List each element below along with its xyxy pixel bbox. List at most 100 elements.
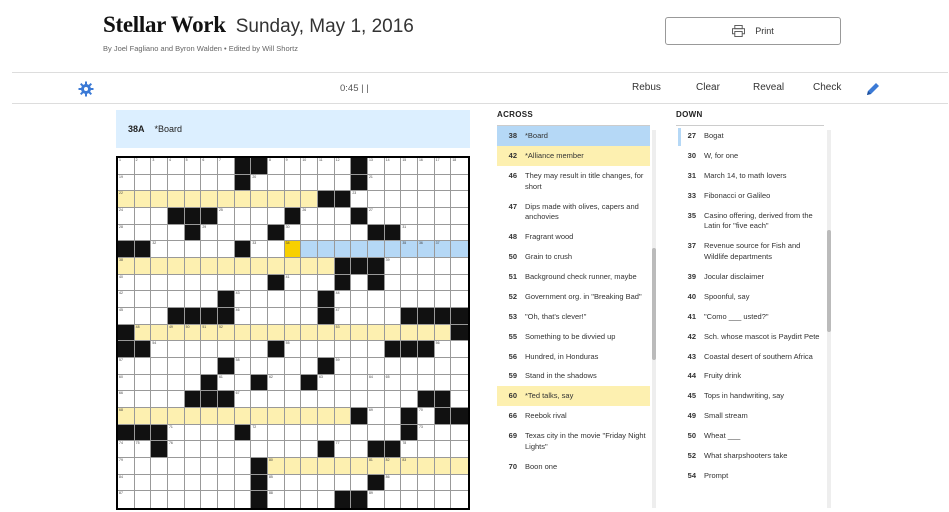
grid-cell[interactable]	[184, 241, 202, 258]
grid-cell[interactable]	[301, 424, 318, 442]
grid-cell[interactable]	[351, 324, 368, 342]
grid-cell[interactable]: 9	[284, 158, 302, 175]
grid-cell[interactable]: 35	[401, 241, 418, 258]
grid-cell[interactable]	[334, 207, 352, 225]
grid-cell[interactable]	[185, 491, 202, 508]
grid-cell[interactable]	[351, 441, 368, 458]
grid-cell[interactable]	[284, 424, 302, 442]
grid-cell[interactable]	[301, 407, 318, 425]
grid-cell[interactable]	[134, 191, 152, 208]
grid-cell[interactable]: 59	[334, 357, 352, 375]
grid-cell[interactable]	[201, 341, 218, 358]
grid-cell[interactable]	[451, 475, 468, 492]
grid-cell[interactable]	[267, 441, 285, 458]
grid-cell[interactable]: 39	[384, 257, 402, 275]
grid-cell[interactable]	[351, 474, 368, 492]
grid-cell[interactable]: 25	[217, 207, 235, 225]
grid-cell[interactable]	[167, 407, 185, 425]
grid-cell[interactable]	[417, 224, 435, 242]
across-clue-item[interactable]: 46 They may result in title changes, for …	[497, 166, 650, 197]
grid-cell[interactable]: 69	[367, 407, 385, 425]
grid-cell[interactable]: 29	[201, 224, 218, 242]
grid-cell[interactable]	[334, 391, 352, 408]
grid-cell[interactable]	[434, 457, 452, 475]
grid-cell[interactable]	[167, 341, 185, 358]
grid-cell[interactable]	[251, 324, 268, 342]
grid-cell[interactable]: 18	[451, 158, 468, 175]
clear-button[interactable]: Clear	[696, 82, 720, 93]
grid-cell[interactable]	[134, 407, 152, 425]
pencil-icon[interactable]	[865, 81, 881, 97]
grid-cell[interactable]: 7	[217, 158, 235, 175]
grid-cell[interactable]: 54	[151, 341, 168, 358]
grid-cell[interactable]	[417, 207, 435, 225]
grid-cell[interactable]: 76	[167, 441, 185, 458]
grid-cell[interactable]	[167, 357, 185, 375]
grid-cell[interactable]	[434, 257, 452, 275]
grid-cell[interactable]	[217, 407, 235, 425]
grid-cell[interactable]	[451, 457, 468, 475]
grid-cell[interactable]	[167, 474, 185, 492]
grid-cell[interactable]	[401, 491, 418, 508]
check-button[interactable]: Check	[813, 82, 841, 93]
grid-cell[interactable]	[451, 341, 468, 358]
grid-cell[interactable]	[384, 324, 402, 342]
across-clue-item[interactable]: 42 *Alliance member	[497, 145, 650, 166]
grid-cell[interactable]	[451, 208, 468, 225]
grid-cell[interactable]: 6	[201, 158, 218, 175]
grid-cell[interactable]: 56	[434, 341, 452, 358]
grid-cell[interactable]	[201, 457, 218, 475]
grid-cell[interactable]: 77	[334, 441, 352, 458]
grid-cell[interactable]: 84	[118, 474, 135, 492]
grid-cell[interactable]	[434, 274, 452, 292]
grid-cell[interactable]	[451, 175, 468, 192]
grid-cell[interactable]: 47	[334, 307, 352, 325]
grid-cell[interactable]	[401, 207, 418, 225]
across-clue-item[interactable]: 50 Grain to crush	[497, 247, 650, 267]
grid-cell[interactable]	[401, 291, 418, 308]
grid-cell[interactable]	[384, 291, 402, 308]
grid-cell[interactable]	[201, 241, 218, 258]
grid-cell[interactable]	[417, 174, 435, 192]
grid-cell[interactable]	[201, 474, 218, 492]
grid-cell[interactable]	[201, 424, 218, 442]
grid-cell[interactable]	[367, 357, 385, 375]
down-clue-item[interactable]: 27 Bogat	[676, 126, 824, 146]
grid-cell[interactable]: 63	[317, 374, 335, 392]
grid-cell[interactable]: 3	[151, 158, 168, 175]
grid-cell[interactable]: 81	[367, 457, 385, 475]
grid-cell[interactable]	[184, 174, 202, 192]
grid-cell[interactable]	[351, 457, 368, 475]
grid-cell[interactable]	[267, 391, 285, 408]
grid-cell[interactable]	[167, 291, 185, 308]
grid-cell[interactable]: 79	[118, 457, 135, 475]
grid-cell[interactable]: 61	[217, 374, 235, 392]
across-clue-item[interactable]: 52 Government org. in "Breaking Bad"	[497, 287, 650, 307]
grid-cell[interactable]	[184, 257, 202, 275]
across-scrollbar[interactable]	[652, 130, 656, 508]
grid-cell[interactable]	[384, 391, 402, 408]
grid-cell[interactable]	[301, 441, 318, 458]
down-clue-item[interactable]: 50 Wheat ___	[676, 426, 824, 446]
grid-cell[interactable]	[334, 424, 352, 442]
grid-cell[interactable]	[184, 191, 202, 208]
grid-cell[interactable]	[301, 457, 318, 475]
grid-cell[interactable]	[267, 174, 285, 192]
grid-cell[interactable]	[401, 174, 418, 192]
grid-cell[interactable]	[451, 441, 468, 458]
grid-cell[interactable]	[151, 174, 168, 192]
grid-cell[interactable]	[284, 174, 302, 192]
grid-cell[interactable]	[367, 307, 385, 325]
down-clue-item[interactable]: 30 W, for one	[676, 146, 824, 166]
grid-cell[interactable]	[184, 341, 202, 358]
grid-cell[interactable]	[384, 174, 402, 192]
grid-cell[interactable]	[234, 274, 252, 292]
down-clue-item[interactable]: 44 Fruity drink	[676, 366, 824, 386]
grid-cell[interactable]	[384, 191, 402, 208]
grid-cell[interactable]: 23	[351, 191, 368, 208]
grid-cell[interactable]	[401, 391, 418, 408]
grid-cell[interactable]	[217, 224, 235, 242]
grid-cell[interactable]	[134, 457, 152, 475]
grid-cell[interactable]	[301, 191, 318, 208]
grid-cell[interactable]	[367, 391, 385, 408]
